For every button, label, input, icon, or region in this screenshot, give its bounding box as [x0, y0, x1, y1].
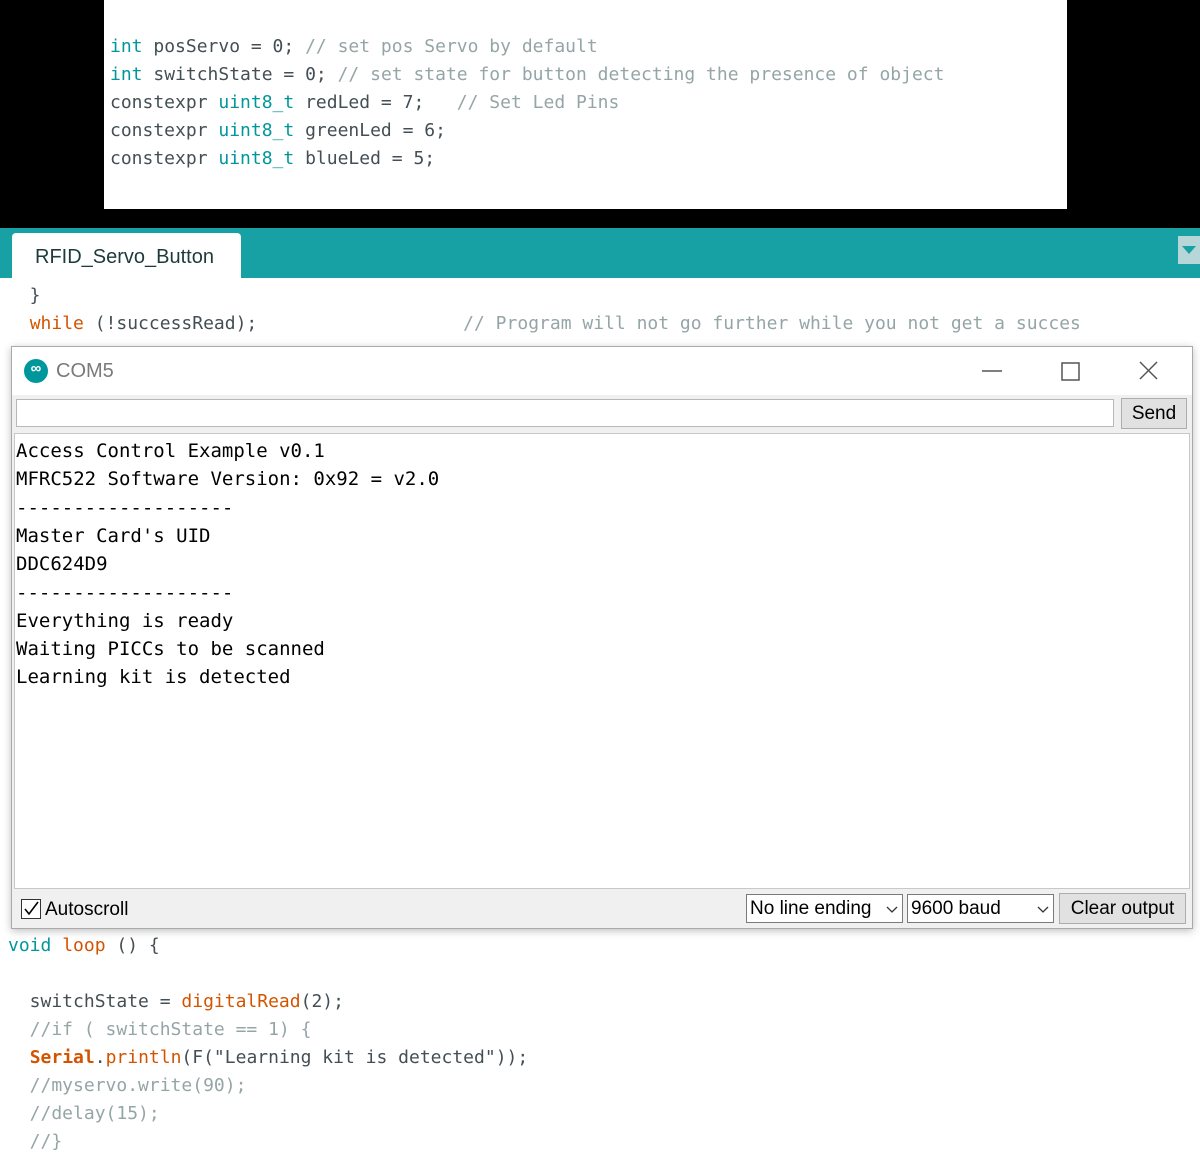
serial-output-line: ------------------- — [16, 496, 234, 519]
minimize-button[interactable] — [968, 347, 1016, 395]
code-token: digitalRead — [181, 991, 301, 1012]
chevron-down-icon — [886, 906, 898, 913]
line-ending-value: No line ending — [750, 898, 872, 919]
code-token: switchState = — [8, 991, 182, 1012]
serial-output-line: MFRC522 Software Version: 0x92 = v2.0 — [16, 468, 440, 491]
tab-rfid-servo-button[interactable]: RFID_Servo_Button — [12, 233, 241, 278]
code-token: posServo = 0; — [142, 36, 306, 57]
code-line: constexpr uint8_t blueLed = 5; — [110, 145, 435, 173]
serial-output-line: Master Card's UID — [16, 524, 211, 547]
code-token: //delay(15); — [8, 1103, 160, 1124]
code-token: Serial — [29, 1047, 95, 1068]
maximize-icon — [1061, 362, 1080, 381]
code-token: // set state for button detecting the pr… — [337, 64, 945, 85]
code-token: greenLed = 6; — [294, 120, 446, 141]
code-line: //myservo.write(90); — [8, 1072, 247, 1100]
code-line: int switchState = 0; // set state for bu… — [110, 61, 944, 89]
baud-rate-select[interactable]: 9600 baud — [907, 894, 1054, 923]
code-line: while (!successRead); // Program will no… — [8, 310, 1081, 338]
serial-output-line: DDC624D9 — [16, 553, 108, 576]
editor-tab-bar: RFID_Servo_Button — [0, 228, 1200, 278]
serial-monitor-titlebar[interactable]: ∞ COM5 — [12, 347, 1192, 395]
serial-monitor-window: ∞ COM5 Send Access Control Example v0.1 M… — [11, 346, 1193, 929]
minimize-icon — [982, 370, 1002, 372]
code-line: //if ( switchState == 1) { — [8, 1016, 312, 1044]
tab-label: RFID_Servo_Button — [35, 246, 214, 268]
code-snippet-header: int posServo = 0; // set pos Servo by de… — [104, 0, 1067, 209]
serial-send-input[interactable] — [16, 399, 1114, 427]
window-title: COM5 — [56, 360, 114, 382]
tab-menu-chevron-down-icon[interactable] — [1178, 236, 1200, 264]
code-line: switchState = digitalRead(2); — [8, 988, 344, 1016]
baud-rate-value: 9600 baud — [911, 898, 1001, 919]
chevron-down-icon — [1037, 906, 1049, 913]
code-token: // set pos Servo by default — [305, 36, 598, 57]
code-token: . — [94, 1047, 106, 1068]
code-token: () { — [105, 935, 160, 956]
code-token: int — [110, 64, 143, 85]
arduino-logo-icon: ∞ — [24, 359, 48, 383]
code-token: (!successRead); — [83, 313, 464, 334]
code-token: uint8_t — [218, 148, 295, 169]
code-line: //} — [8, 1128, 63, 1156]
code-token: constexpr — [110, 148, 219, 169]
code-token: switchState = 0; — [142, 64, 338, 85]
code-token: while — [29, 313, 84, 334]
code-token: constexpr — [110, 120, 219, 141]
code-line: constexpr uint8_t redLed = 7; // Set Led… — [110, 89, 619, 117]
code-token: // Program will not go further while you… — [463, 313, 1081, 334]
code-token: blueLed = 5; — [294, 148, 436, 169]
serial-output-line: ------------------- — [16, 581, 234, 604]
code-line: constexpr uint8_t greenLed = 6; — [110, 117, 446, 145]
serial-output-panel[interactable]: Access Control Example v0.1 MFRC522 Softw… — [14, 433, 1190, 889]
serial-output-line: Learning kit is detected — [16, 666, 291, 689]
code-line: int posServo = 0; // set pos Servo by de… — [110, 33, 598, 61]
autoscroll-checkbox[interactable] — [21, 899, 41, 919]
code-token: //if ( switchState == 1) { — [8, 1019, 312, 1040]
code-token: loop — [62, 935, 106, 956]
autoscroll-label[interactable]: Autoscroll — [45, 899, 128, 921]
code-token: (F("Learning kit is detected")); — [181, 1047, 529, 1068]
send-button[interactable]: Send — [1121, 398, 1187, 429]
code-token: //myservo.write(90); — [8, 1075, 247, 1096]
code-line: void loop () { — [8, 932, 160, 960]
code-token: void — [8, 935, 52, 956]
serial-monitor-bottom-bar: Autoscroll No line ending 9600 baud Clea… — [12, 889, 1192, 928]
code-token: uint8_t — [218, 120, 295, 141]
code-line: //delay(15); — [8, 1100, 160, 1128]
code-line: Serial.println(F("Learning kit is detect… — [8, 1044, 529, 1072]
checkmark-icon — [24, 901, 39, 916]
close-button[interactable] — [1125, 347, 1173, 395]
clear-output-button[interactable]: Clear output — [1059, 893, 1186, 924]
maximize-button[interactable] — [1046, 347, 1094, 395]
code-line: } — [8, 282, 41, 310]
close-icon — [1139, 361, 1158, 380]
code-token: uint8_t — [218, 92, 295, 113]
code-token: println — [105, 1047, 182, 1068]
code-token: constexpr — [110, 92, 219, 113]
code-token: } — [8, 285, 41, 306]
code-token: redLed = 7; — [294, 92, 457, 113]
serial-output-line: Waiting PICCs to be scanned — [16, 638, 325, 661]
code-token: // Set Led Pins — [456, 92, 620, 113]
serial-output-line: Access Control Example v0.1 — [16, 440, 325, 462]
code-token: int — [110, 36, 143, 57]
serial-output-line: Everything is ready — [16, 609, 234, 632]
code-token: (2); — [300, 991, 344, 1012]
line-ending-select[interactable]: No line ending — [746, 894, 903, 923]
code-token: //} — [8, 1131, 63, 1152]
